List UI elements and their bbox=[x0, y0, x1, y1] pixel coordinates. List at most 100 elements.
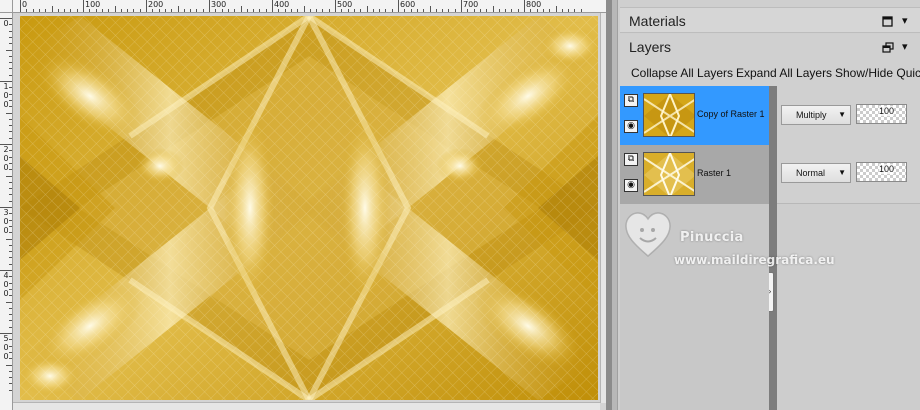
ruler-label: 200 bbox=[148, 0, 164, 9]
ruler-minor-tick bbox=[101, 9, 103, 12]
ruler-minor-tick bbox=[309, 9, 311, 12]
ruler-minor-tick bbox=[139, 9, 141, 12]
layers-panel-header[interactable]: Layers ▾ bbox=[620, 34, 920, 60]
ruler-minor-tick bbox=[9, 137, 12, 139]
ruler-minor-tick bbox=[9, 345, 12, 347]
layers-stack-icon[interactable]: ⧉ bbox=[624, 153, 638, 166]
ruler-minor-tick bbox=[45, 9, 47, 12]
layers-stack-icon[interactable]: ⧉ bbox=[624, 94, 638, 107]
layer-name: Raster 1 bbox=[697, 168, 732, 178]
opacity-value: 100 bbox=[878, 106, 894, 116]
float-window-icon[interactable] bbox=[882, 34, 894, 60]
ruler-minor-tick bbox=[435, 9, 437, 12]
ruler-minor-tick bbox=[9, 125, 12, 127]
ruler-minor-tick bbox=[353, 9, 355, 12]
layer-name: Copy of Raster 1 bbox=[697, 109, 765, 119]
blend-mode-value: Normal bbox=[796, 168, 826, 178]
ruler-minor-tick bbox=[9, 219, 12, 221]
ruler-label: 700 bbox=[463, 0, 479, 9]
ruler-major-tick bbox=[335, 0, 336, 12]
ruler-minor-tick bbox=[492, 6, 494, 12]
chevron-down-icon[interactable]: ▾ bbox=[902, 8, 908, 34]
ruler-minor-tick bbox=[190, 9, 192, 12]
ruler-minor-tick bbox=[9, 194, 12, 196]
opacity-field[interactable]: 100 bbox=[856, 104, 907, 124]
ruler-minor-tick bbox=[341, 9, 343, 12]
ruler-label: 0 bbox=[3, 100, 9, 109]
layer-properties-empty-area bbox=[777, 204, 920, 410]
eye-icon[interactable]: ◉ bbox=[624, 179, 638, 192]
layer-list-empty-area bbox=[620, 204, 769, 410]
expand-all-layers-button[interactable]: Expand All Layers bbox=[736, 66, 832, 80]
ruler-minor-tick bbox=[9, 370, 12, 372]
ruler-minor-tick bbox=[9, 156, 12, 158]
ruler-minor-tick bbox=[240, 6, 242, 12]
show-hide-quick-button[interactable]: Show/Hide Quick bbox=[835, 66, 920, 80]
ruler-minor-tick bbox=[316, 9, 318, 12]
collapse-all-layers-button[interactable]: Collapse All Layers bbox=[631, 66, 733, 80]
ruler-minor-tick bbox=[9, 150, 12, 152]
ruler-minor-tick bbox=[9, 74, 12, 76]
ruler-minor-tick bbox=[479, 9, 481, 12]
ruler-minor-tick bbox=[284, 9, 286, 12]
ruler-minor-tick bbox=[423, 9, 425, 12]
eye-icon[interactable]: ◉ bbox=[624, 120, 638, 133]
ruler-major-tick bbox=[209, 0, 210, 12]
image-canvas[interactable] bbox=[20, 16, 598, 400]
ruler-label: 800 bbox=[526, 0, 542, 9]
ruler-major-tick bbox=[272, 0, 273, 12]
ruler-minor-tick bbox=[234, 9, 236, 12]
ruler-label: 100 bbox=[85, 0, 101, 9]
panel-edge-strip bbox=[612, 0, 618, 410]
ruler-minor-tick bbox=[9, 36, 12, 38]
ruler-minor-tick bbox=[568, 9, 570, 12]
layers-splitter[interactable]: › bbox=[766, 86, 777, 410]
ruler-minor-tick bbox=[9, 263, 12, 265]
ruler-minor-tick bbox=[416, 9, 418, 12]
chevron-down-icon[interactable]: ▾ bbox=[902, 34, 908, 60]
materials-panel-header[interactable]: Materials ▾ bbox=[620, 7, 920, 33]
ruler-minor-tick bbox=[9, 276, 12, 278]
ruler-minor-tick bbox=[152, 9, 154, 12]
ruler-minor-tick bbox=[202, 9, 204, 12]
ruler-minor-tick bbox=[9, 30, 12, 32]
layer-row-raster-1[interactable]: ⧉ ◉ Raster 1 bbox=[620, 145, 777, 204]
ruler-minor-tick bbox=[574, 9, 576, 12]
opacity-field[interactable]: 100 bbox=[856, 162, 907, 182]
ruler-minor-tick bbox=[9, 383, 12, 385]
ruler-minor-tick bbox=[328, 9, 330, 12]
blend-mode-select[interactable]: Normal ▼ bbox=[781, 163, 851, 183]
close-square-icon[interactable] bbox=[882, 8, 893, 34]
ruler-minor-tick bbox=[108, 9, 110, 12]
ruler-minor-tick bbox=[9, 200, 12, 202]
ruler-minor-tick bbox=[76, 9, 78, 12]
blend-mode-select[interactable]: Multiply ▼ bbox=[781, 105, 851, 125]
ruler-label: 400 bbox=[274, 0, 290, 9]
ruler-minor-tick bbox=[9, 358, 12, 360]
ruler-label: 0 bbox=[3, 226, 9, 235]
layers-toolbar: Collapse All Layers Expand All Layers Sh… bbox=[620, 60, 920, 86]
ruler-label: 500 bbox=[337, 0, 353, 9]
canvas-artwork bbox=[20, 16, 598, 400]
ruler-minor-tick bbox=[9, 225, 12, 227]
ruler-minor-tick bbox=[555, 6, 557, 12]
canvas-horizontal-scrollbar[interactable] bbox=[13, 402, 600, 410]
ruler-minor-tick bbox=[95, 9, 97, 12]
ruler-label: 0 bbox=[22, 0, 28, 9]
ruler-minor-tick bbox=[164, 9, 166, 12]
canvas-workspace[interactable]: 0 100 200 300 400 500 600 700 800 0 100 200 300 400 5… bbox=[0, 0, 612, 410]
ruler-minor-tick bbox=[442, 9, 444, 12]
ruler-minor-tick bbox=[9, 257, 12, 259]
ruler-minor-tick bbox=[9, 232, 12, 234]
ruler-minor-tick bbox=[454, 9, 456, 12]
ruler-label: 600 bbox=[400, 0, 416, 9]
ruler-minor-tick bbox=[38, 9, 40, 12]
layer-thumbnail bbox=[643, 93, 695, 137]
layer-row-copy-of-raster-1[interactable]: ⧉ ◉ Copy of Raster 1 bbox=[620, 86, 777, 145]
ruler-minor-tick bbox=[511, 9, 513, 12]
ruler-minor-tick bbox=[26, 9, 28, 12]
ruler-minor-tick bbox=[6, 175, 12, 177]
ruler-minor-tick bbox=[322, 9, 324, 12]
ruler-minor-tick bbox=[120, 9, 122, 12]
right-panel-dock: Materials ▾ Layers ▾ Collapse All Layers… bbox=[612, 0, 920, 410]
